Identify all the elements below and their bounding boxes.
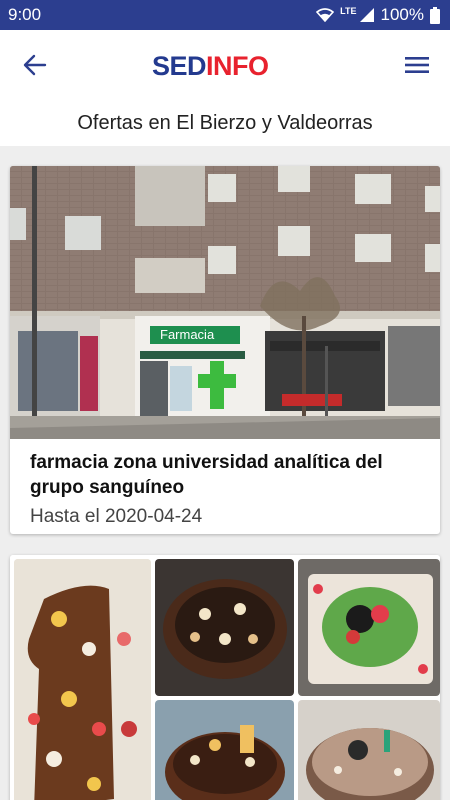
pharmacy-sign-text: Farmacia bbox=[160, 327, 215, 342]
cake-photo bbox=[298, 700, 440, 800]
status-icons: LTE 100% bbox=[316, 5, 440, 25]
signal-icon bbox=[359, 8, 374, 22]
offer-image bbox=[10, 555, 440, 800]
battery-level: 100% bbox=[380, 5, 424, 24]
network-type: LTE bbox=[340, 6, 357, 16]
offer-image: Farmacia bbox=[10, 166, 440, 439]
offer-card[interactable]: Farmacia farmacia zona universidad analí… bbox=[10, 166, 440, 534]
cake-photo bbox=[155, 559, 294, 696]
offer-expiry-date: Hasta el 2020-04-24 bbox=[30, 506, 203, 527]
cake-photo bbox=[14, 559, 151, 800]
sedinfo-logo[interactable]: SED INFO bbox=[152, 50, 269, 82]
arrow-left-icon bbox=[23, 54, 47, 76]
status-time: 9:00 bbox=[8, 5, 42, 24]
hamburger-menu-icon bbox=[405, 57, 429, 73]
back-button[interactable] bbox=[18, 50, 52, 80]
app-header: SED INFO bbox=[0, 30, 450, 100]
page-title: Ofertas en El Bierzo y Valdeorras bbox=[0, 100, 450, 146]
offer-card[interactable] bbox=[10, 555, 440, 800]
cake-photo bbox=[155, 700, 294, 800]
status-bar: 9:00 LTE 100% bbox=[0, 0, 450, 30]
offer-title: farmacia zona universidad analítica del … bbox=[30, 452, 383, 498]
wifi-icon bbox=[316, 8, 335, 22]
logo-text-info: INFO bbox=[206, 50, 269, 81]
logo-text-sed: SED bbox=[152, 50, 207, 81]
cake-photo bbox=[298, 559, 440, 696]
battery-icon bbox=[430, 6, 440, 24]
menu-button[interactable] bbox=[400, 50, 434, 80]
